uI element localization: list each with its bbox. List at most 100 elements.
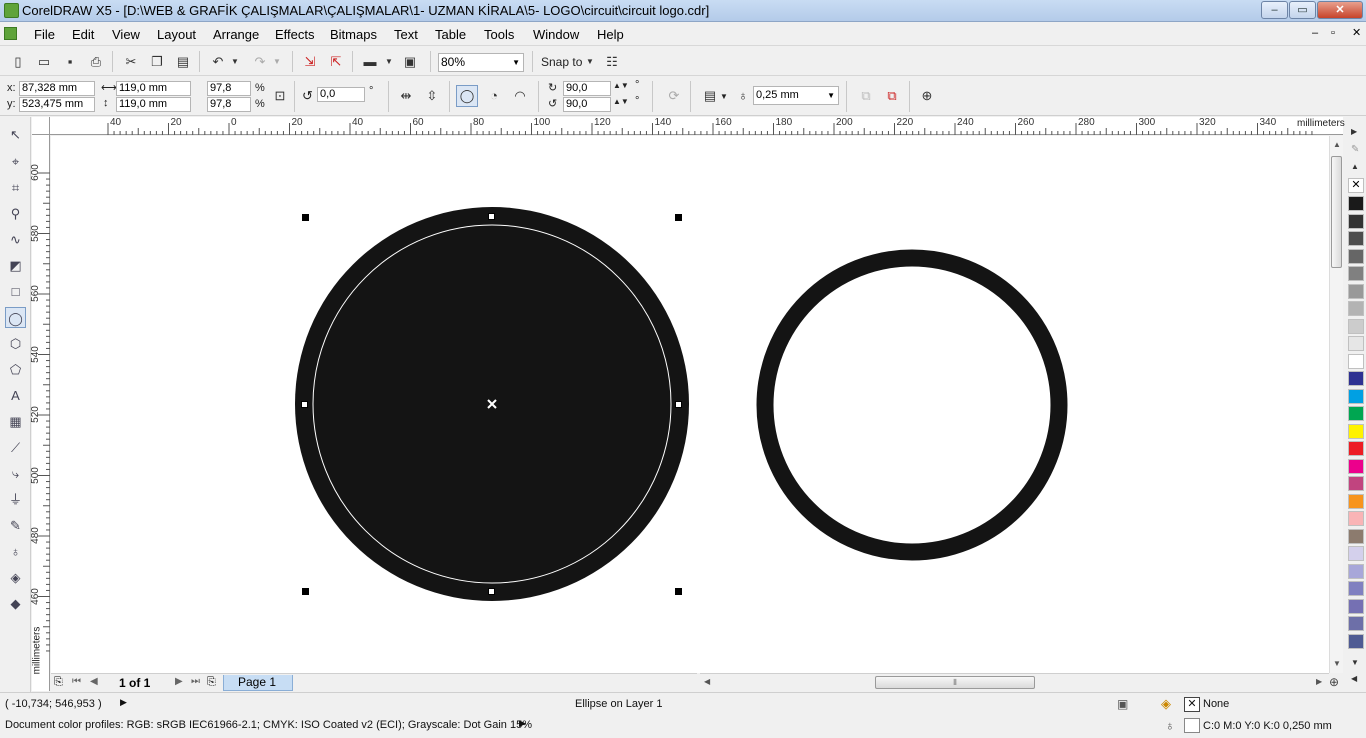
wrap-dropdown-icon[interactable]: ▼ <box>720 92 728 101</box>
palette-swatch[interactable] <box>1348 511 1364 526</box>
undo-dropdown-icon[interactable]: ▼ <box>229 52 241 72</box>
scroll-right-icon[interactable]: ▶ <box>1316 677 1322 686</box>
palette-swatch[interactable] <box>1348 371 1364 386</box>
table-tool-icon[interactable]: ▦ <box>5 411 26 432</box>
palette-swatch[interactable] <box>1348 493 1364 509</box>
change-direction-icon[interactable]: ⟳ <box>664 86 684 106</box>
page-tab[interactable]: Page 1 <box>223 675 293 691</box>
print-icon[interactable]: ⎙ <box>86 52 106 72</box>
text-tool-icon[interactable]: A <box>5 385 26 406</box>
wrap-text-icon[interactable]: ▤ <box>700 86 720 106</box>
ruler-origin[interactable] <box>32 117 50 135</box>
connector-tool-icon[interactable]: ⤷ <box>5 463 26 484</box>
x-position-field[interactable]: 87,328 mm <box>19 81 95 96</box>
snap-to-button[interactable]: Snap to <box>541 55 582 69</box>
handle-middle-left[interactable] <box>301 401 308 408</box>
handle-top-right[interactable] <box>675 214 682 221</box>
palette-swatch[interactable] <box>1348 598 1364 614</box>
add-page-before-icon[interactable]: ⎘ <box>54 676 63 689</box>
handle-middle-right[interactable] <box>675 401 682 408</box>
shape-tool-icon[interactable]: ⌖ <box>5 151 26 172</box>
welcome-screen-icon[interactable]: ▣ <box>400 52 420 72</box>
redo-dropdown-icon[interactable]: ▼ <box>271 52 283 72</box>
menu-view[interactable]: View <box>112 27 140 42</box>
rectangle-tool-icon[interactable]: □ <box>5 281 26 302</box>
open-folder-icon[interactable]: ▭ <box>34 52 54 72</box>
prev-page-icon[interactable]: ◀ <box>90 676 98 687</box>
palette-eyedropper-icon[interactable]: ✎ <box>1351 144 1359 155</box>
interactive-fill-tool-icon[interactable]: ◆ <box>5 593 26 614</box>
zoom-level-select[interactable]: 80% ▼ <box>438 53 524 72</box>
palette-scroll-up-icon[interactable]: ▶ <box>1351 127 1357 136</box>
navigator-zoom-icon[interactable]: ⊕ <box>1329 675 1339 689</box>
document-icon[interactable] <box>4 27 17 40</box>
rotation-field[interactable]: 0,0 <box>317 87 365 102</box>
menu-table[interactable]: Table <box>435 27 466 42</box>
height-field[interactable]: 119,0 mm <box>116 97 191 112</box>
export-icon[interactable]: ⇱ <box>326 52 346 72</box>
horizontal-ruler[interactable]: 40 20 0 20 40 60 80 100 120 140 160 180 200 220 240 260… <box>50 117 1345 135</box>
palette-swatch[interactable] <box>1348 283 1364 299</box>
menu-edit[interactable]: Edit <box>72 27 94 42</box>
pie-mode-icon[interactable]: ◔ <box>484 86 504 106</box>
palette-swatch[interactable] <box>1348 196 1364 211</box>
doc-restore-icon[interactable]: ▫ <box>1331 27 1335 39</box>
width-field[interactable]: 119,0 mm <box>116 81 191 96</box>
menu-arrange[interactable]: Arrange <box>213 27 259 42</box>
scroll-left-icon[interactable]: ◀ <box>704 677 710 686</box>
palette-swatch[interactable] <box>1348 266 1364 281</box>
outline-color-swatch[interactable] <box>1184 718 1200 733</box>
eyedropper-tool-icon[interactable]: ✎ <box>5 515 26 536</box>
freehand-tool-icon[interactable]: ∿ <box>5 229 26 250</box>
next-page-icon[interactable]: ▶ <box>175 676 183 687</box>
palette-swatch[interactable] <box>1348 458 1364 474</box>
coords-expand-icon[interactable]: ▶ <box>120 697 127 708</box>
launcher-dropdown-icon[interactable]: ▼ <box>383 52 395 72</box>
fill-tool-icon[interactable]: ◈ <box>5 567 26 588</box>
menu-effects[interactable]: Effects <box>275 27 315 42</box>
smart-fill-tool-icon[interactable]: ◩ <box>5 255 26 276</box>
ring-ellipse[interactable] <box>756 249 1068 561</box>
horizontal-scroll-thumb[interactable]: ⦀ <box>875 676 1035 689</box>
palette-swatch[interactable] <box>1348 213 1364 229</box>
start-angle-spinner[interactable]: ▲▼ <box>613 81 629 90</box>
scale-x-field[interactable]: 97,8 <box>207 81 251 96</box>
close-button[interactable]: ✕ <box>1317 1 1363 19</box>
lock-ratio-icon[interactable]: ⊡ <box>270 86 290 106</box>
end-angle-spinner[interactable]: ▲▼ <box>613 97 629 106</box>
drawing-canvas[interactable] <box>51 136 1329 673</box>
scale-y-field[interactable]: 97,8 <box>207 97 251 112</box>
dimension-tool-icon[interactable]: ⟋ <box>5 437 26 458</box>
palette-swatch[interactable] <box>1348 423 1364 439</box>
convert-to-curves-icon[interactable]: ⊕ <box>917 86 937 106</box>
menu-text[interactable]: Text <box>394 27 418 42</box>
palette-expand-icon[interactable]: ◀ <box>1351 674 1357 683</box>
redo-icon[interactable]: ↷ <box>250 52 270 72</box>
handle-bottom-center[interactable] <box>488 588 495 595</box>
first-page-icon[interactable]: ⏮ <box>72 676 81 687</box>
handle-bottom-left[interactable] <box>302 588 309 595</box>
arc-mode-icon[interactable]: ◠ <box>510 86 530 106</box>
scroll-down-icon[interactable]: ▼ <box>1333 659 1341 668</box>
palette-swatch[interactable] <box>1348 353 1364 369</box>
menu-layout[interactable]: Layout <box>157 27 196 42</box>
palette-swatch[interactable] <box>1348 231 1364 246</box>
scroll-up-icon[interactable]: ▲ <box>1333 140 1341 149</box>
application-launcher-icon[interactable]: ▬ <box>360 52 380 72</box>
end-angle-field[interactable]: 90,0 <box>563 97 611 112</box>
palette-swatch[interactable] <box>1348 441 1364 456</box>
palette-swatch[interactable] <box>1348 476 1364 491</box>
snap-dropdown-icon[interactable]: ▼ <box>584 52 596 72</box>
palette-swatch[interactable] <box>1348 528 1364 544</box>
mirror-vertical-icon[interactable]: ⇳ <box>422 86 442 106</box>
doc-minimize-icon[interactable]: – <box>1312 27 1318 39</box>
vertical-ruler[interactable]: 600 580 560 540 520 500 480 460 millimeters <box>30 135 50 691</box>
handle-bottom-right[interactable] <box>675 588 682 595</box>
blend-tool-icon[interactable]: ⏚ <box>5 489 26 510</box>
pick-tool-icon[interactable]: ↖ <box>5 124 26 145</box>
handle-top-left[interactable] <box>302 214 309 221</box>
add-page-after-icon[interactable]: ⎘ <box>207 676 216 689</box>
palette-swatch[interactable] <box>1348 336 1364 351</box>
palette-swatch[interactable] <box>1348 563 1364 579</box>
palette-swatch[interactable] <box>1348 318 1364 334</box>
